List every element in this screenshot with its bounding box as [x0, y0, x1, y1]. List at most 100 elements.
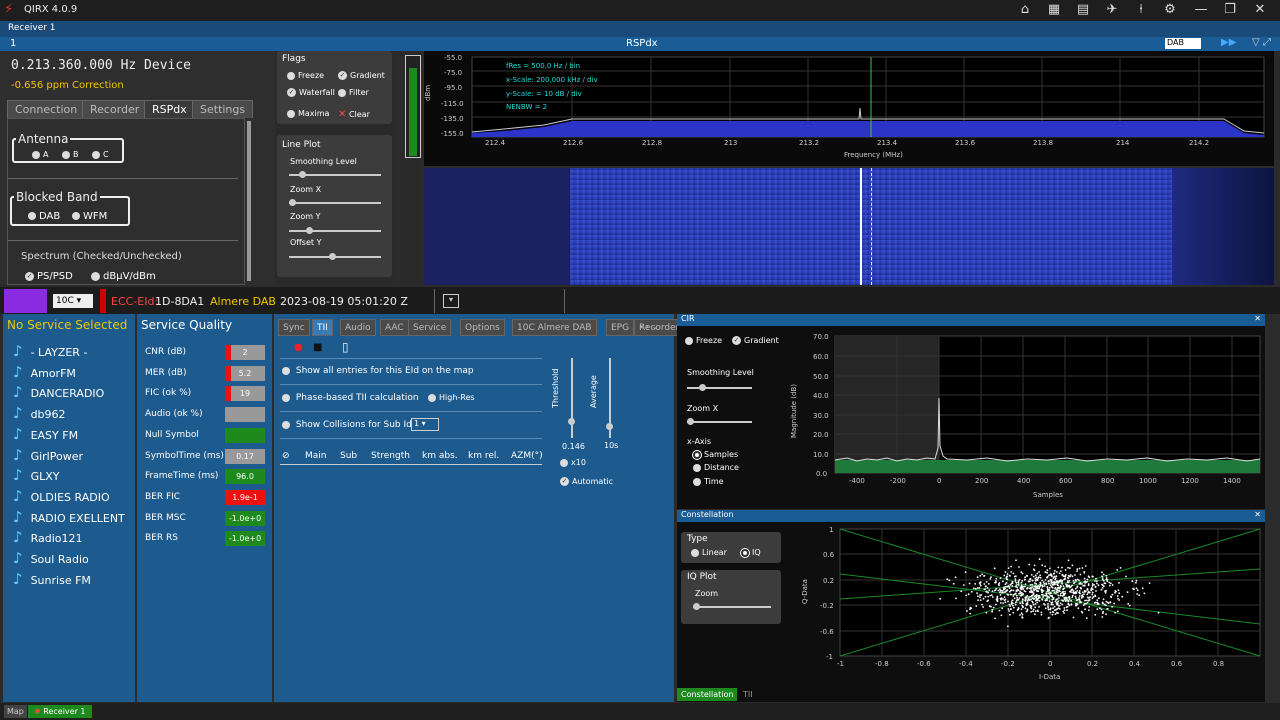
y-tick: 1 [829, 526, 833, 534]
col-azm: AZM(°) [511, 451, 543, 461]
flag-waterfall[interactable]: ✓ Waterfall [287, 88, 335, 97]
average-slider[interactable] [606, 358, 613, 438]
cir-zoomx-slider[interactable] [687, 418, 752, 425]
zoomx-slider[interactable] [289, 199, 381, 206]
satellite-icon[interactable]: ✈ [1101, 2, 1123, 19]
close-icon[interactable]: ✕ [1254, 510, 1261, 519]
flag-gradient[interactable]: ✓ Gradient [338, 71, 385, 80]
average-value: 10s [604, 441, 619, 450]
service-item[interactable]: ♪ OLDIES RADIO [13, 487, 110, 507]
type-linear[interactable]: Linear [691, 548, 727, 557]
home-icon[interactable]: ⌂ [1014, 2, 1036, 19]
dropdown-button[interactable]: ▾ [443, 294, 459, 308]
tii-tab[interactable]: Audio [340, 319, 376, 336]
quality-value: 2 [225, 345, 265, 360]
blocked-wfm[interactable]: WFM [72, 211, 107, 222]
xaxis-samples[interactable]: Samples [693, 450, 738, 459]
service-item[interactable]: ♪ GLXY [13, 466, 60, 486]
service-item[interactable]: ♪ RADIO EXELLENT [13, 508, 125, 528]
zoomy-slider[interactable] [289, 227, 381, 234]
service-item[interactable]: ♪ GirlPower [13, 446, 83, 466]
automatic-option[interactable]: ✓ Automatic [560, 477, 613, 486]
blocked-dab[interactable]: DAB [28, 211, 60, 222]
map-icon[interactable]: ▤ [1072, 2, 1094, 19]
tab-connection[interactable]: Connection [7, 100, 86, 118]
service-item[interactable]: ♪ AmorFM [13, 363, 76, 383]
tii-tab[interactable]: Sync [278, 319, 310, 336]
stop-icon[interactable]: ■ [313, 342, 322, 353]
y-tick: -55.0 [444, 54, 462, 62]
flag-freeze[interactable]: Freeze [287, 71, 324, 80]
show-collisions[interactable]: Show Collisions for Sub Id [282, 420, 412, 430]
mode-select[interactable]: DAB [1165, 38, 1201, 49]
table-edit-icon[interactable]: ⊘ [282, 451, 290, 461]
minimize-icon[interactable]: — [1190, 2, 1212, 19]
tab-map[interactable]: Map [4, 705, 27, 718]
service-item[interactable]: ♪ EASY FM [13, 425, 78, 445]
constellation-plot[interactable]: 1 0.6 0.2 -0.2 -0.6 -1 Q-Data -1 -0.8 -0.6 -0.4 -… [787, 524, 1265, 684]
tab-settings[interactable]: Settings [192, 100, 254, 118]
tii-tab[interactable]: AAC [380, 319, 409, 336]
quality-value: 5.2 [225, 365, 265, 381]
maximize-icon[interactable]: ❐ [1219, 2, 1241, 19]
tii-tab[interactable]: 10C Almere DAB [512, 319, 597, 336]
waterfall-display[interactable] [424, 168, 1274, 285]
x10-option[interactable]: x10 [560, 458, 586, 467]
layout-icon[interactable]: ▦ [1043, 2, 1065, 19]
close-icon[interactable]: ✕ [1249, 2, 1271, 19]
threshold-slider[interactable] [568, 358, 575, 438]
antenna-a[interactable]: A [32, 150, 48, 159]
channel-select[interactable]: 10C ▾ [53, 294, 93, 308]
offsety-slider[interactable] [289, 253, 381, 260]
device-panel: 0.213.360.000 Hz Device -0.656 ppm Corre… [0, 51, 275, 285]
collapse-icon[interactable]: ▽ ⤢ [1252, 37, 1271, 48]
smoothing-slider[interactable] [289, 171, 381, 178]
tab-constellation[interactable]: Constellation [677, 688, 738, 701]
subid-select[interactable]: 1 ▾ [411, 418, 439, 431]
spectrum-ps-psd[interactable]: ✓ PS/PSD [25, 271, 73, 282]
record-icon[interactable]: ● [294, 342, 303, 353]
phase-based-tii[interactable]: Phase-based TII calculation [282, 393, 419, 403]
antenna-c[interactable]: C [92, 150, 109, 159]
gear-icon[interactable]: ⚙ [1159, 2, 1181, 19]
cir-gradient[interactable]: ✓ Gradient [732, 336, 779, 345]
cir-smoothing-slider[interactable] [687, 384, 752, 391]
x-tick: -400 [849, 477, 865, 485]
tab-recorder[interactable]: Recorder [82, 100, 148, 118]
zoom-slider[interactable] [693, 603, 771, 610]
flag-clear[interactable]: ✕ Clear [338, 109, 370, 120]
average-label: Average [589, 375, 598, 408]
service-item[interactable]: ♪ db962 [13, 404, 66, 424]
flag-maxima[interactable]: Maxima [287, 109, 329, 118]
service-item[interactable]: ♪ DANCERADIO [13, 383, 104, 403]
service-item[interactable]: ♪ Soul Radio [13, 549, 89, 569]
tii-tab[interactable]: Service [408, 319, 452, 336]
play-icon[interactable]: ▶▶ [1221, 37, 1236, 48]
antenna-icon[interactable]: ⍿ [1130, 2, 1152, 19]
scrollbar[interactable] [247, 121, 251, 281]
high-res[interactable]: High-Res [428, 393, 475, 402]
show-all-entries[interactable]: Show all entries for this EId on the map [282, 366, 474, 376]
tab-rspdx[interactable]: RSPdx [144, 100, 195, 118]
tii-tab[interactable]: EPG [606, 319, 635, 336]
document-icon[interactable]: ▯ [342, 340, 349, 354]
tii-tab[interactable]: TII [312, 319, 333, 336]
service-item[interactable]: ♪ - LAYZER - [13, 342, 87, 362]
music-note-icon: ♪ [13, 569, 23, 588]
antenna-b[interactable]: B [62, 150, 79, 159]
tab-receiver[interactable]: ✱ Receiver 1 [28, 705, 92, 718]
cir-plot[interactable]: 70.0 60.0 50.0 40.0 30.0 20.0 10.0 0.0 Magnitud… [787, 328, 1265, 508]
close-icon[interactable]: ✕ [1254, 314, 1261, 323]
tii-tab[interactable]: Options [460, 319, 505, 336]
cir-freeze[interactable]: Freeze [685, 336, 722, 345]
spectrum-dbuv[interactable]: dBµV/dBm [91, 271, 156, 282]
spectrum-plot[interactable]: -55.0 -75.0 -95.0 -115.0 -135.0 -155.0 d… [424, 51, 1274, 166]
service-item[interactable]: ♪ Radio121 [13, 528, 82, 548]
tab-scroll-icon[interactable]: ‹ › ⌄ [640, 322, 658, 331]
service-item[interactable]: ♪ Sunrise FM [13, 570, 91, 590]
xaxis-time[interactable]: Time [693, 477, 724, 486]
tab-tii-bottom[interactable]: TII [739, 688, 757, 701]
flag-filter[interactable]: Filter [338, 88, 369, 97]
xaxis-distance[interactable]: Distance [693, 463, 739, 472]
type-iq[interactable]: IQ [741, 548, 761, 557]
